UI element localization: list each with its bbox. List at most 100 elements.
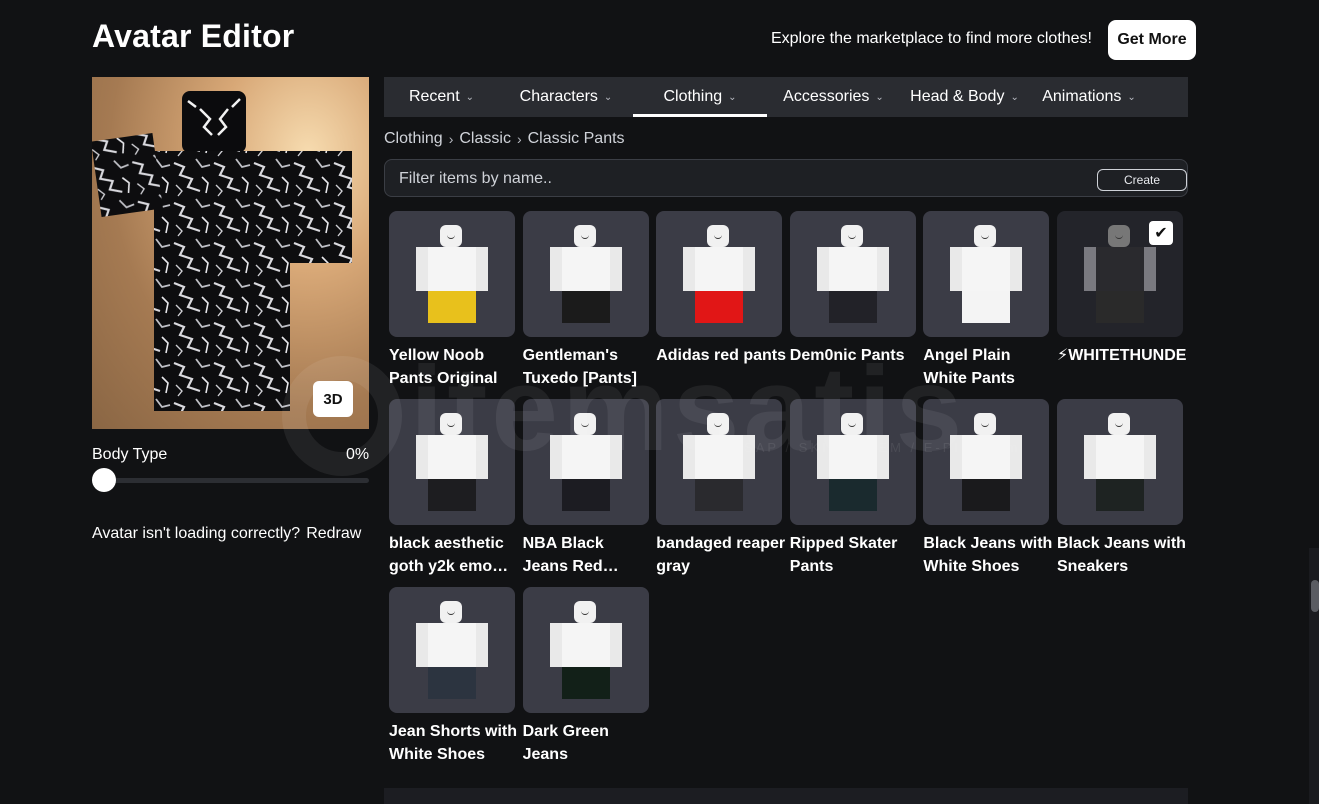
item-card[interactable]: Gentleman's Tuxedo [Pants] (522, 211, 649, 399)
avatar-thumbnail-figure (816, 411, 889, 511)
avatar-thumbnail-figure (950, 411, 1023, 511)
item-card[interactable]: Dem0nic Pants (789, 211, 916, 399)
tab-accessories[interactable]: Accessories ⌄ (767, 77, 900, 117)
breadcrumb-item[interactable]: Classic (459, 130, 511, 148)
avatar-help-row: Avatar isn't loading correctly? Redraw (92, 525, 361, 543)
filter-bar: Create (384, 159, 1188, 198)
items-grid: Yellow Noob Pants Original Gentleman's Tu… (389, 211, 1189, 775)
chevron-down-icon: ⌄ (875, 91, 884, 103)
tab-clothing[interactable]: Clothing ⌄ (633, 77, 767, 117)
item-card[interactable]: Black Jeans with Sneakers (1056, 399, 1186, 587)
item-card[interactable]: NBA Black Jeans Red Sneakers pants (522, 399, 649, 587)
marketplace-promo-text: Explore the marketplace to find more clo… (770, 30, 1092, 47)
item-card[interactable]: Jean Shorts with White Shoes (389, 587, 517, 775)
avatar-thumbnail-figure (549, 223, 622, 323)
item-name: black aesthetic goth y2k emo pants (389, 535, 504, 575)
checkmark-icon: ✔ (1148, 221, 1173, 245)
bottom-bar (384, 788, 1188, 804)
item-thumbnail (389, 399, 515, 525)
tab-label: Clothing (663, 88, 723, 105)
avatar-thumbnail-figure (1083, 411, 1156, 511)
item-thumbnail (789, 211, 916, 337)
filter-items-input[interactable] (397, 160, 1081, 198)
item-name: bandaged reaper gray (656, 535, 786, 575)
chevron-down-icon: ⌄ (603, 91, 613, 103)
tab-label: Head & Body (910, 88, 1005, 105)
tab-label: Accessories (783, 88, 870, 105)
chevron-right-icon: › (516, 131, 522, 147)
item-name: Dem0nic Pants (789, 347, 905, 364)
item-name: Dark Green Jeans (522, 723, 609, 763)
item-thumbnail (656, 211, 783, 337)
item-thumbnail (522, 587, 649, 713)
category-tabs: Recent ⌄ Characters ⌄ Clothing ⌄ Accessories ⌄ H… (384, 77, 1188, 117)
item-card[interactable]: Adidas red pants (656, 211, 786, 399)
tab-label: Recent (408, 88, 460, 105)
item-name: Yellow Noob Pants Original (389, 347, 498, 387)
item-name: Jean Shorts with White Shoes (389, 723, 518, 763)
item-name: Ripped Skater Pants (789, 535, 898, 575)
breadcrumb-item[interactable]: Classic Pants (528, 130, 625, 148)
item-card[interactable]: black aesthetic goth y2k emo pants (389, 399, 515, 587)
chevron-right-icon: › (448, 131, 454, 147)
item-thumbnail (522, 399, 649, 525)
redraw-link[interactable]: Redraw (306, 525, 361, 542)
item-thumbnail (389, 211, 515, 337)
item-name: Angel Plain White Pants (923, 347, 1015, 387)
tab-label: Characters (519, 88, 598, 105)
avatar-figure (92, 91, 352, 411)
avatar-help-text: Avatar isn't loading correctly? (92, 525, 301, 542)
body-type-slider[interactable] (92, 468, 369, 492)
view-3d-toggle-button[interactable]: 3D (313, 381, 353, 417)
body-type-label: Body Type (92, 446, 168, 463)
item-name: ⚡WHITETHUNDER (1056, 347, 1187, 364)
body-type-slider-thumb[interactable] (92, 468, 116, 492)
item-name: Gentleman's Tuxedo [Pants] (522, 347, 637, 387)
avatar-thumbnail-figure (549, 599, 622, 699)
item-thumbnail (789, 399, 916, 525)
chevron-down-icon: ⌄ (1010, 91, 1019, 103)
chevron-down-icon: ⌄ (465, 91, 475, 103)
item-card[interactable]: Angel Plain White Pants (923, 211, 1050, 399)
tab-animations[interactable]: Animations ⌄ (1029, 77, 1149, 117)
item-name: NBA Black Jeans Red Sneakers pants (522, 535, 604, 575)
item-card[interactable]: ✔ ⚡WHITETHUNDER (1056, 211, 1187, 399)
chevron-down-icon: ⌄ (728, 91, 737, 103)
page-title: Avatar Editor (92, 18, 295, 54)
item-card[interactable]: Ripped Skater Pants (789, 399, 916, 587)
avatar-thumbnail-figure (816, 223, 889, 323)
item-name: Adidas red pants (656, 347, 786, 364)
avatar-preview (92, 77, 369, 429)
item-card[interactable]: Dark Green Jeans (522, 587, 649, 775)
avatar-thumbnail-figure (416, 411, 488, 511)
avatar-thumbnail-figure (416, 223, 488, 323)
avatar-thumbnail-figure (416, 599, 488, 699)
item-thumbnail (1056, 399, 1183, 525)
item-name: Black Jeans with Sneakers (1056, 535, 1186, 575)
tab-label: Animations (1042, 88, 1122, 105)
item-thumbnail (923, 211, 1050, 337)
avatar-thumbnail-figure (1083, 223, 1156, 323)
avatar-thumbnail-figure (683, 411, 756, 511)
item-thumbnail (389, 587, 515, 713)
item-thumbnail: ✔ (1056, 211, 1183, 337)
avatar-thumbnail-figure (950, 223, 1023, 323)
breadcrumb: Clothing › Classic › Classic Pants (384, 130, 625, 148)
get-more-button[interactable]: Get More (1108, 20, 1196, 60)
chevron-down-icon: ⌄ (1127, 91, 1136, 103)
tab-recent[interactable]: Recent ⌄ (384, 77, 499, 117)
breadcrumb-item[interactable]: Clothing (384, 130, 443, 148)
item-thumbnail (656, 399, 783, 525)
tab-head-body[interactable]: Head & Body ⌄ (900, 77, 1029, 117)
item-name: Black Jeans with White Shoes (923, 535, 1053, 575)
item-card[interactable]: bandaged reaper gray (656, 399, 785, 587)
avatar-thumbnail-figure (683, 223, 756, 323)
item-thumbnail (522, 211, 649, 337)
body-type-value: 0% (346, 446, 370, 463)
avatar-thumbnail-figure (549, 411, 622, 511)
page-scrollbar-thumb[interactable] (1311, 580, 1319, 612)
item-card[interactable]: Black Jeans with White Shoes (923, 399, 1052, 587)
item-card[interactable]: Yellow Noob Pants Original (389, 211, 515, 399)
tab-characters[interactable]: Characters ⌄ (499, 77, 633, 117)
create-button[interactable]: Create (1097, 169, 1187, 191)
